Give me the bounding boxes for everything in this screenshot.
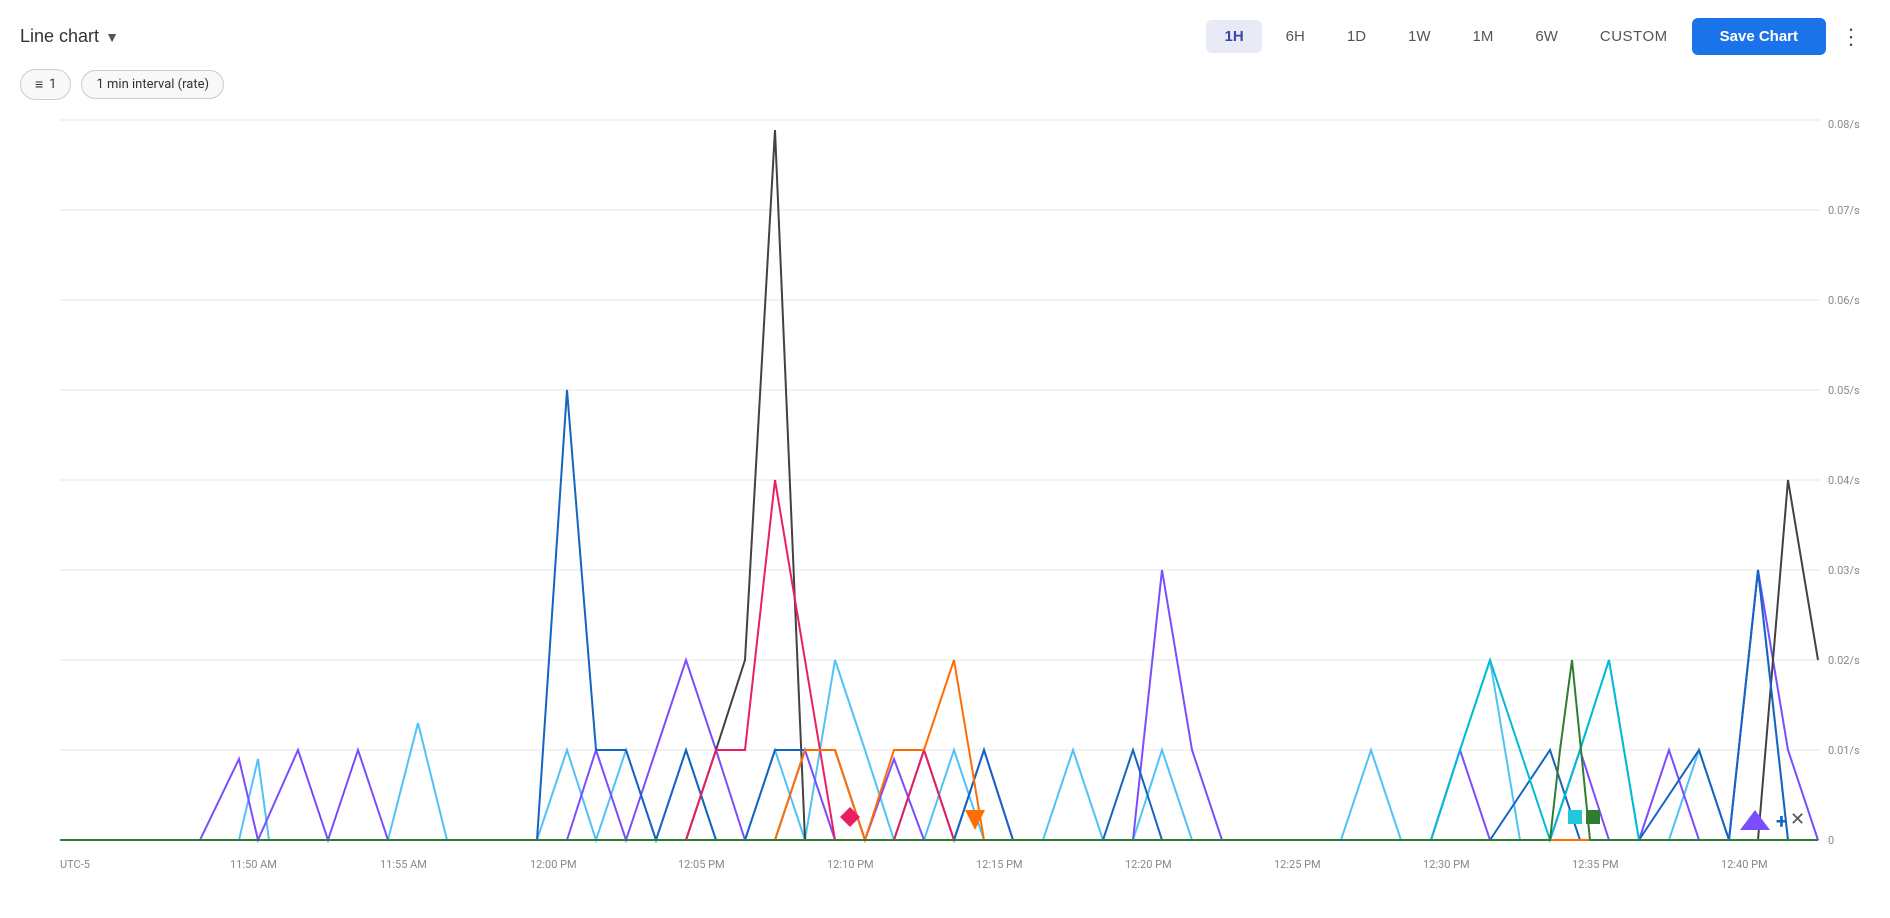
filter-chip-2-label: 1 min interval (rate) [96,77,209,92]
x-label-1235: 12:35 PM [1572,858,1619,871]
x-label-1150: 11:50 AM [230,858,277,871]
marker-green-square [1586,810,1600,824]
time-btn-1d[interactable]: 1D [1329,20,1384,53]
line-medblue [60,390,1818,840]
chart-type-label: Line chart [20,26,99,47]
y-label-6: 0.06/s [1828,294,1860,307]
time-btn-6h[interactable]: 6H [1268,20,1323,53]
x-label-utc: UTC-5 [60,858,90,871]
y-label-0: 0 [1828,834,1834,847]
y-label-7: 0.07/s [1828,204,1860,217]
left-section: Line chart ▼ [20,26,119,47]
time-btn-1m[interactable]: 1M [1455,20,1512,53]
y-label-5: 0.05/s [1828,384,1860,397]
time-btn-1h[interactable]: 1H [1206,20,1261,53]
x-label-1155: 11:55 AM [380,858,427,871]
y-label-3: 0.03/s [1828,564,1860,577]
marker-x-mark: ✕ [1790,809,1805,830]
marker-pink-diamond [840,807,860,827]
y-label-2: 0.02/s [1828,654,1860,667]
x-label-1210: 12:10 PM [827,858,874,871]
marker-purple-triangle [1740,810,1770,830]
x-label-1225: 12:25 PM [1274,858,1321,871]
time-btn-6w[interactable]: 6W [1517,20,1576,53]
x-label-1200: 12:00 PM [530,858,577,871]
x-label-1240: 12:40 PM [1721,858,1768,871]
y-label-8: 0.08/s [1828,118,1860,131]
top-bar: Line chart ▼ 1H 6H 1D 1W 1M 6W CUSTOM Sa… [0,0,1890,65]
x-label-1205: 12:05 PM [678,858,725,871]
time-btn-1w[interactable]: 1W [1390,20,1449,53]
custom-button[interactable]: CUSTOM [1582,20,1686,53]
filter-chip-1[interactable]: ≡ 1 [20,69,71,100]
x-label-1220: 12:20 PM [1125,858,1172,871]
line-darkgrey [60,130,1818,840]
filter-icon: ≡ [35,76,43,93]
more-options-button[interactable]: ⋮ [1832,20,1870,54]
filter-bar: ≡ 1 1 min interval (rate) [0,65,1890,110]
filter-chip-1-label: 1 [49,77,56,92]
save-chart-button[interactable]: Save Chart [1692,18,1826,55]
marker-blue-plus: + [1776,809,1787,833]
filter-chip-2[interactable]: 1 min interval (rate) [81,70,224,99]
x-label-1215: 12:15 PM [976,858,1023,871]
chart-type-button[interactable]: Line chart ▼ [20,26,119,47]
time-range-section: 1H 6H 1D 1W 1M 6W CUSTOM Save Chart ⋮ [1206,18,1870,55]
chart-type-dropdown-icon: ▼ [105,29,119,45]
chart-svg: 0 0.01/s 0.02/s 0.03/s 0.04/s 0.05/s 0.0… [0,110,1890,890]
x-label-1230: 12:30 PM [1423,858,1470,871]
chart-container: 0 0.01/s 0.02/s 0.03/s 0.04/s 0.05/s 0.0… [0,110,1890,890]
y-label-1: 0.01/s [1828,744,1860,757]
marker-teal-square [1568,810,1582,824]
y-label-4: 0.04/s [1828,474,1860,487]
